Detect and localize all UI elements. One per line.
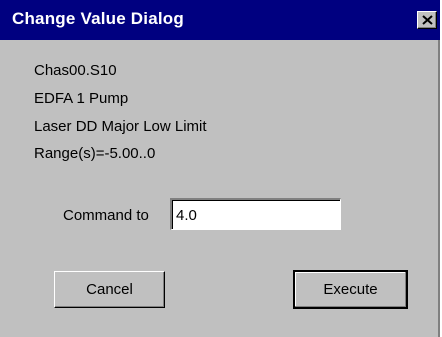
- close-icon: [422, 15, 433, 25]
- chassis-label: Chas00.S10: [34, 62, 117, 79]
- command-value-input[interactable]: [170, 198, 341, 230]
- close-button[interactable]: [417, 11, 437, 29]
- execute-button[interactable]: Execute: [293, 270, 408, 309]
- cancel-button[interactable]: Cancel: [54, 271, 165, 308]
- change-value-dialog: Change Value Dialog Chas00.S10 EDFA 1 Pu…: [0, 0, 440, 337]
- range-label: Range(s)=-5.00..0: [34, 145, 156, 162]
- component-label: EDFA 1 Pump: [34, 90, 129, 107]
- title-bar[interactable]: Change Value Dialog: [0, 0, 440, 40]
- command-label: Command to: [63, 207, 149, 224]
- parameter-label: Laser DD Major Low Limit: [34, 118, 207, 135]
- dialog-title: Change Value Dialog: [12, 9, 184, 28]
